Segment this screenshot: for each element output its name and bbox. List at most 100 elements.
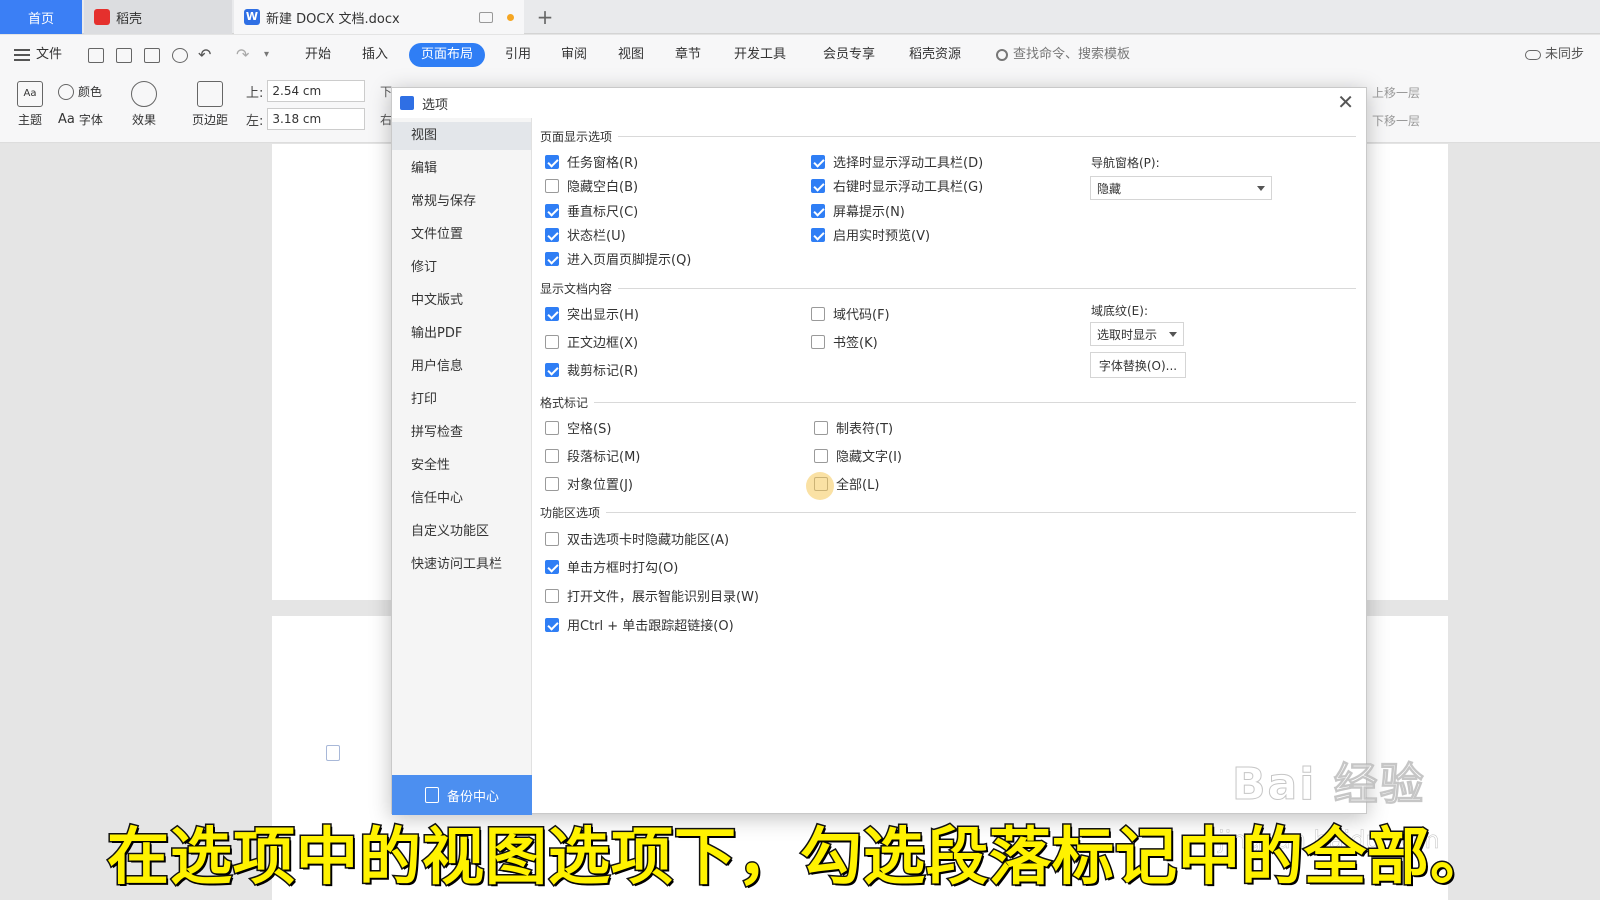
nav-item-security[interactable]: 安全性 [392, 452, 531, 480]
effect-label: 效果 [131, 113, 156, 127]
effect-icon [131, 81, 157, 107]
checkbox-click-box-check[interactable]: 单击方框时打勾(O) [545, 557, 678, 576]
checkbox-box[interactable] [545, 306, 559, 321]
nav-pane-select[interactable]: 隐藏 [1090, 176, 1272, 200]
checkbox-field-codes[interactable]: 域代码(F) [811, 304, 890, 323]
close-icon[interactable]: ✕ [1337, 92, 1354, 112]
save-icon[interactable] [88, 48, 104, 63]
nav-item-print[interactable]: 打印 [392, 386, 531, 414]
checkbox-crop-marks[interactable]: 裁剪标记(R) [545, 360, 638, 379]
checkbox-screen-tips[interactable]: 屏幕提示(N) [811, 201, 905, 220]
checkbox-live-preview[interactable]: 启用实时预览(V) [811, 225, 930, 244]
checkbox-box[interactable] [811, 227, 825, 242]
checkbox-box[interactable] [545, 362, 559, 377]
checkbox-box[interactable] [814, 420, 828, 435]
menu-insert[interactable]: 插入 [362, 43, 388, 67]
checkbox-box[interactable] [545, 476, 559, 491]
checkbox-ctrl-click-hyperlink[interactable]: 用Ctrl + 单击跟踪超链接(O) [545, 615, 734, 634]
menu-developer[interactable]: 开发工具 [734, 43, 786, 67]
checkbox-box[interactable] [545, 448, 559, 463]
menu-start[interactable]: 开始 [305, 43, 331, 67]
checkbox-box[interactable] [545, 420, 559, 435]
theme-button[interactable]: Aa 主题 [10, 81, 50, 128]
checkbox-box[interactable] [811, 154, 825, 169]
menu-daoke-resources[interactable]: 稻壳资源 [909, 43, 961, 67]
checkbox-box[interactable] [811, 306, 825, 321]
menu-review[interactable]: 审阅 [561, 43, 587, 67]
nav-item-customize-ribbon[interactable]: 自定义功能区 [392, 518, 531, 546]
field-shading-select[interactable]: 选取时显示 [1090, 322, 1184, 346]
checkbox-spaces[interactable]: 空格(S) [545, 418, 611, 437]
move-up-button[interactable]: 上移一层 [1372, 84, 1420, 101]
top-margin-input[interactable] [267, 80, 366, 102]
nav-item-revision[interactable]: 修订 [392, 254, 531, 282]
checkbox-box[interactable] [811, 203, 825, 218]
checkbox-box[interactable] [545, 227, 559, 242]
font-substitution-button[interactable]: 字体替换(O)... [1090, 352, 1186, 378]
file-menu[interactable]: 文件 [14, 43, 62, 67]
checkbox-task-pane[interactable]: 任务窗格(R) [545, 152, 638, 171]
nav-item-trust-center[interactable]: 信任中心 [392, 485, 531, 513]
checkbox-box[interactable] [545, 617, 559, 632]
menu-chapter[interactable]: 章节 [675, 43, 701, 67]
sync-status[interactable]: 未同步 [1524, 43, 1584, 67]
nav-item-edit[interactable]: 编辑 [392, 155, 531, 183]
monitor-icon[interactable] [479, 11, 493, 23]
menu-view[interactable]: 视图 [618, 43, 644, 67]
checkbox-box[interactable] [545, 559, 559, 574]
move-down-button[interactable]: 下移一层 [1372, 112, 1420, 129]
left-margin-input[interactable] [267, 108, 366, 130]
menu-page-layout[interactable]: 页面布局 [409, 43, 486, 67]
nav-item-chinese-layout[interactable]: 中文版式 [392, 287, 531, 315]
nav-item-export-pdf[interactable]: 输出PDF [392, 320, 531, 348]
checkbox-box[interactable] [545, 251, 559, 266]
menu-references[interactable]: 引用 [505, 43, 531, 67]
checkbox-box[interactable] [811, 178, 825, 193]
print-icon[interactable] [144, 48, 160, 63]
new-tab-button[interactable]: + [530, 0, 560, 34]
checkbox-object-anchors[interactable]: 对象位置(J) [545, 474, 633, 493]
undo-icon[interactable]: ↶ [198, 43, 211, 67]
checkbox-tab-characters[interactable]: 制表符(T) [814, 418, 893, 437]
checkbox-smart-toc[interactable]: 打开文件，展示智能识别目录(W) [545, 586, 759, 605]
effect-button[interactable]: 效果 [124, 81, 164, 128]
redo-icon[interactable]: ↷ [236, 43, 249, 67]
tab-daoke[interactable]: 稻壳 [84, 0, 232, 34]
quick-access-dropdown-icon[interactable]: ▾ [264, 43, 269, 67]
checkbox-bookmarks[interactable]: 书签(K) [811, 332, 878, 351]
nav-item-view[interactable]: 视图 [392, 122, 531, 150]
nav-item-file-location[interactable]: 文件位置 [392, 221, 531, 249]
checkbox-box[interactable] [545, 588, 559, 603]
checkbox-highlight[interactable]: 突出显示(H) [545, 304, 639, 323]
checkbox-box[interactable] [545, 154, 559, 169]
checkbox-vertical-ruler[interactable]: 垂直标尺(C) [545, 201, 638, 220]
checkbox-dblclick-hide-ribbon[interactable]: 双击选项卡时隐藏功能区(A) [545, 529, 729, 548]
tab-document[interactable]: W 新建 DOCX 文档.docx [234, 0, 524, 34]
checkbox-box[interactable] [545, 334, 559, 349]
checkbox-box[interactable] [545, 178, 559, 193]
checkbox-paragraph-marks[interactable]: 段落标记(M) [545, 446, 640, 465]
export-icon[interactable] [116, 48, 132, 63]
font-button[interactable]: Aa 字体 [58, 111, 103, 128]
checkbox-box[interactable] [545, 531, 559, 546]
checkbox-text-boundaries[interactable]: 正文边框(X) [545, 332, 638, 351]
command-search[interactable]: 查找命令、搜索模板 [996, 43, 1130, 67]
nav-item-general-save[interactable]: 常规与保存 [392, 188, 531, 216]
checkbox-hidden-text[interactable]: 隐藏文字(I) [814, 446, 902, 465]
color-button[interactable]: 颜色 [58, 83, 102, 100]
checkbox-hide-blank[interactable]: 隐藏空白(B) [545, 176, 638, 195]
checkbox-box[interactable] [814, 448, 828, 463]
nav-item-quick-access-toolbar[interactable]: 快速访问工具栏 [392, 551, 531, 579]
nav-item-user-info[interactable]: 用户信息 [392, 353, 531, 381]
checkbox-box[interactable] [545, 203, 559, 218]
nav-item-spell-check[interactable]: 拼写检查 [392, 419, 531, 447]
checkbox-header-footer-hint[interactable]: 进入页眉页脚提示(Q) [545, 249, 691, 268]
checkbox-status-bar[interactable]: 状态栏(U) [545, 225, 626, 244]
margins-button[interactable]: 页边距 [184, 81, 236, 128]
checkbox-float-toolbar-rightclick[interactable]: 右键时显示浮动工具栏(G) [811, 176, 983, 195]
checkbox-float-toolbar-select[interactable]: 选择时显示浮动工具栏(D) [811, 152, 983, 171]
checkbox-box[interactable] [811, 334, 825, 349]
tab-home[interactable]: 首页 [0, 0, 82, 34]
menu-member[interactable]: 会员专享 [823, 43, 875, 67]
preview-icon[interactable] [172, 48, 188, 63]
